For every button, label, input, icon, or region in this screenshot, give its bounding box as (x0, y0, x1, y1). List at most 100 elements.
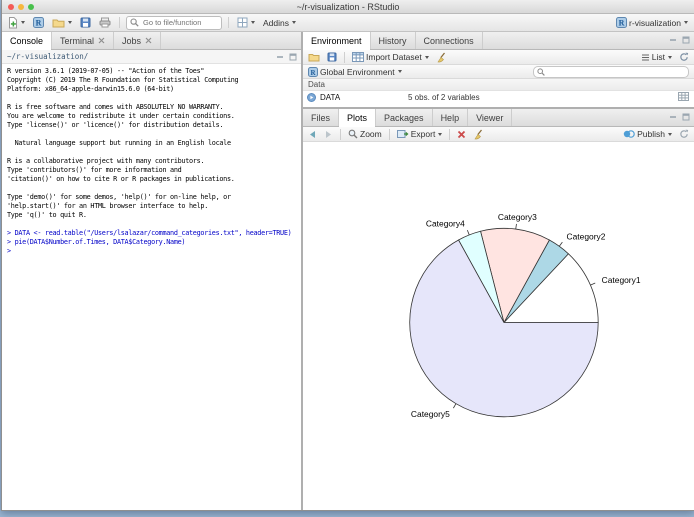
minimize-window-icon[interactable] (18, 4, 24, 10)
refresh-icon (679, 129, 689, 139)
maximize-pane-icon[interactable] (682, 36, 690, 44)
open-folder-icon (52, 17, 65, 28)
close-window-icon[interactable] (8, 4, 14, 10)
chevron-down-icon (424, 55, 429, 59)
tab-history[interactable]: History (371, 32, 416, 49)
scope-label: Global Environment (320, 66, 395, 77)
tab-jobs[interactable]: Jobs (114, 32, 162, 49)
console-output[interactable]: R version 3.6.1 (2019-07-05) -- "Action … (2, 64, 301, 510)
tab-help[interactable]: Help (433, 109, 469, 126)
next-plot-button[interactable] (322, 127, 335, 141)
minimize-pane-icon[interactable] (276, 53, 284, 61)
tab-plots[interactable]: Plots (339, 109, 377, 127)
chevron-down-icon (292, 21, 296, 24)
plots-toolbar: Zoom Export Publish (303, 127, 694, 142)
pie-label-tick (558, 241, 563, 247)
save-workspace-button[interactable] (325, 50, 339, 64)
environment-search-input[interactable] (547, 66, 681, 77)
environment-section-header[interactable]: Data (303, 79, 694, 91)
close-tab-icon[interactable] (145, 37, 152, 44)
maximize-pane-icon[interactable] (289, 53, 297, 61)
tab-label: Connections (423, 35, 474, 46)
working-directory: ~/r-visualization/ (7, 52, 89, 61)
save-button[interactable] (78, 14, 93, 31)
zoom-plot-button[interactable]: Zoom (346, 127, 384, 141)
new-project-button[interactable]: R (31, 14, 46, 31)
close-tab-icon[interactable] (98, 37, 105, 44)
object-name: DATA (320, 92, 341, 102)
tab-label: Terminal (60, 35, 95, 46)
divider (449, 128, 451, 140)
environment-toolbar: Import Dataset List (303, 50, 694, 65)
console-command: > DATA <- read.table("/Users/lsalazar/co… (7, 229, 292, 237)
maximize-pane-icon[interactable] (682, 113, 690, 121)
tab-files[interactable]: Files (303, 109, 340, 126)
tab-label: History (378, 35, 407, 46)
tab-label: Help (440, 112, 460, 123)
tab-viewer[interactable]: Viewer (468, 109, 513, 126)
broom-icon (436, 52, 447, 63)
tab-terminal[interactable]: Terminal (52, 32, 115, 49)
import-dataset-label: Import Dataset (366, 52, 422, 62)
tab-label: Console (10, 35, 44, 46)
pie-label-tick (453, 403, 457, 409)
files-pane: Files Plots Packages Help Viewer Zoom Ex… (303, 109, 694, 510)
project-menu-button[interactable]: R r-visualization (614, 14, 690, 31)
save-icon (80, 17, 91, 28)
red-x-icon (457, 130, 466, 139)
workspace-panes-button[interactable] (235, 14, 257, 31)
clear-workspace-button[interactable] (434, 50, 449, 64)
plot-area: Category1 Category2 Category3 Category4 Cate… (303, 142, 694, 510)
minimize-pane-icon[interactable] (669, 36, 677, 44)
open-file-button[interactable] (50, 14, 74, 31)
pie-slice-label: Category2 (567, 231, 606, 241)
load-workspace-button[interactable] (306, 50, 322, 64)
save-icon (327, 52, 337, 62)
broom-icon (473, 129, 484, 140)
new-file-icon (8, 16, 18, 29)
chevron-down-icon (438, 132, 443, 136)
environment-object-row[interactable]: DATA 5 obs. of 2 variables (303, 91, 694, 103)
r-project-icon: R (616, 17, 628, 28)
refresh-plots-button[interactable] (677, 127, 691, 141)
divider (340, 128, 341, 140)
console-tabbar: Console Terminal Jobs (2, 32, 301, 50)
traffic-lights (8, 4, 34, 10)
export-icon (396, 129, 409, 139)
remove-plot-button[interactable] (455, 127, 468, 141)
import-dataset-button[interactable]: Import Dataset (350, 50, 431, 64)
export-plot-button[interactable]: Export (395, 127, 445, 141)
new-file-button[interactable] (6, 14, 27, 31)
previous-plot-button[interactable] (306, 127, 319, 141)
publish-plot-button[interactable]: Publish (621, 127, 674, 141)
tab-console[interactable]: Console (2, 32, 53, 50)
print-icon (99, 17, 111, 28)
magnifier-icon (348, 129, 358, 139)
list-view-button[interactable]: List (639, 50, 674, 64)
back-arrow-icon (308, 130, 317, 139)
addins-label: Addins (263, 17, 289, 28)
environment-scope-button[interactable]: R Global Environment (306, 65, 404, 78)
tab-connections[interactable]: Connections (416, 32, 483, 49)
environment-tabbar: Environment History Connections (303, 32, 694, 50)
view-data-icon[interactable] (678, 92, 689, 101)
minimize-pane-icon[interactable] (669, 113, 677, 121)
addins-button[interactable]: Addins (261, 14, 298, 31)
tab-environment[interactable]: Environment (303, 32, 371, 50)
divider (228, 17, 229, 28)
goto-input[interactable] (141, 17, 217, 28)
expand-object-icon[interactable] (307, 92, 316, 102)
section-label: Data (308, 80, 325, 89)
zoom-window-icon[interactable] (28, 4, 34, 10)
refresh-environment-button[interactable] (677, 50, 691, 64)
console-prompt: > (7, 247, 11, 255)
svg-text:R: R (36, 19, 42, 28)
clear-plots-button[interactable] (471, 127, 486, 141)
tab-packages[interactable]: Packages (376, 109, 433, 126)
console-path-bar: ~/r-visualization/ (2, 50, 301, 64)
print-button[interactable] (97, 14, 113, 31)
svg-text:R: R (619, 19, 625, 28)
console-startup-text: R version 3.6.1 (2019-07-05) -- "Action … (7, 67, 239, 219)
pie-slice-label: Category5 (411, 409, 450, 419)
right-column: Environment History Connections Import D… (303, 32, 694, 510)
